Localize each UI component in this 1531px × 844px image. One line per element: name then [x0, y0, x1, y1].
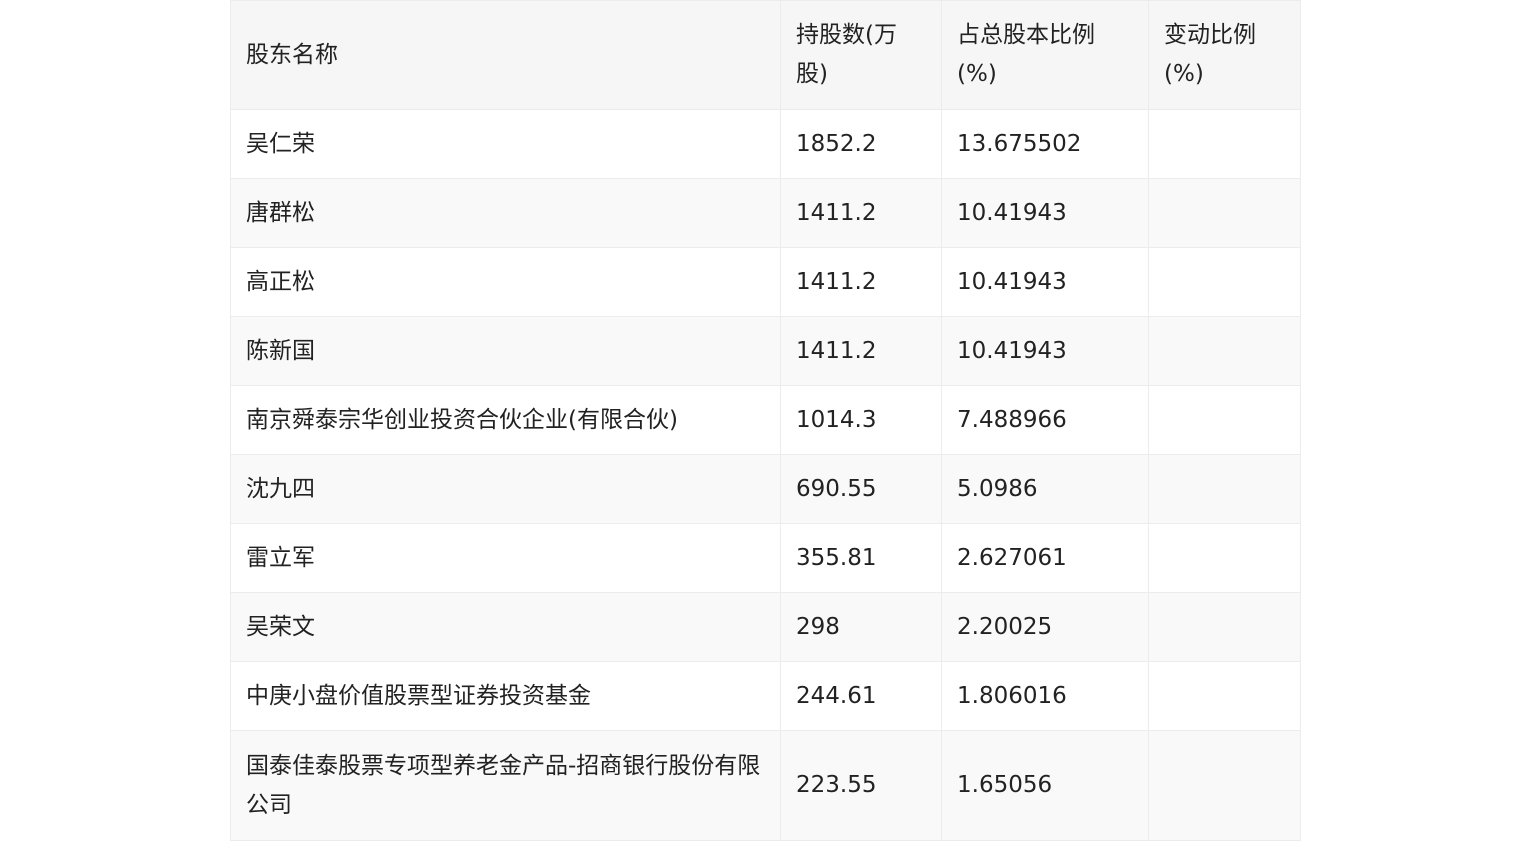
header-shares-held: 持股数(万股) — [780, 0, 942, 110]
cell-name: 中庚小盘价值股票型证券投资基金 — [230, 661, 781, 731]
cell-shares: 355.81 — [780, 523, 942, 593]
cell-name: 吴荣文 — [230, 592, 781, 662]
cell-change — [1148, 592, 1301, 662]
table-header: 股东名称 持股数(万股) 占总股本比例(%) 变动比例(%) — [230, 0, 1301, 110]
cell-shares: 1852.2 — [780, 109, 942, 179]
table-row: 沈九四 690.55 5.0986 — [230, 454, 1301, 524]
cell-name: 雷立军 — [230, 523, 781, 593]
table-row: 高正松 1411.2 10.41943 — [230, 247, 1301, 317]
cell-name: 国泰佳泰股票专项型养老金产品-招商银行股份有限公司 — [230, 730, 781, 841]
cell-percent: 5.0986 — [941, 454, 1149, 524]
cell-percent: 1.65056 — [941, 730, 1149, 841]
cell-name: 吴仁荣 — [230, 109, 781, 179]
cell-name: 唐群松 — [230, 178, 781, 248]
table-row: 雷立军 355.81 2.627061 — [230, 523, 1301, 593]
table-row: 唐群松 1411.2 10.41943 — [230, 178, 1301, 248]
table-row: 中庚小盘价值股票型证券投资基金 244.61 1.806016 — [230, 661, 1301, 731]
cell-percent: 7.488966 — [941, 385, 1149, 455]
header-share-percent: 占总股本比例(%) — [941, 0, 1149, 110]
cell-percent: 10.41943 — [941, 316, 1149, 386]
cell-change — [1148, 523, 1301, 593]
cell-change — [1148, 661, 1301, 731]
header-change-percent: 变动比例(%) — [1148, 0, 1301, 110]
cell-name: 沈九四 — [230, 454, 781, 524]
cell-shares: 223.55 — [780, 730, 942, 841]
table-row: 南京舜泰宗华创业投资合伙企业(有限合伙) 1014.3 7.488966 — [230, 385, 1301, 455]
cell-change — [1148, 385, 1301, 455]
cell-percent: 10.41943 — [941, 247, 1149, 317]
cell-shares: 690.55 — [780, 454, 942, 524]
shareholders-table: 股东名称 持股数(万股) 占总股本比例(%) 变动比例(%) 吴仁荣 1852.… — [230, 0, 1301, 841]
cell-change — [1148, 178, 1301, 248]
cell-name: 高正松 — [230, 247, 781, 317]
cell-shares: 1014.3 — [780, 385, 942, 455]
cell-percent: 2.20025 — [941, 592, 1149, 662]
cell-shares: 1411.2 — [780, 316, 942, 386]
cell-change — [1148, 316, 1301, 386]
cell-name: 陈新国 — [230, 316, 781, 386]
header-shareholder-name: 股东名称 — [230, 0, 781, 110]
table-row: 陈新国 1411.2 10.41943 — [230, 316, 1301, 386]
cell-change — [1148, 247, 1301, 317]
cell-shares: 298 — [780, 592, 942, 662]
cell-change — [1148, 109, 1301, 179]
cell-percent: 13.675502 — [941, 109, 1149, 179]
cell-shares: 244.61 — [780, 661, 942, 731]
cell-change — [1148, 454, 1301, 524]
cell-percent: 1.806016 — [941, 661, 1149, 731]
cell-shares: 1411.2 — [780, 178, 942, 248]
cell-percent: 10.41943 — [941, 178, 1149, 248]
header-row: 股东名称 持股数(万股) 占总股本比例(%) 变动比例(%) — [230, 0, 1301, 110]
table-body: 吴仁荣 1852.2 13.675502 唐群松 1411.2 10.41943… — [230, 109, 1301, 841]
table-row: 吴仁荣 1852.2 13.675502 — [230, 109, 1301, 179]
table-row: 国泰佳泰股票专项型养老金产品-招商银行股份有限公司 223.55 1.65056 — [230, 730, 1301, 841]
cell-change — [1148, 730, 1301, 841]
cell-shares: 1411.2 — [780, 247, 942, 317]
cell-percent: 2.627061 — [941, 523, 1149, 593]
cell-name: 南京舜泰宗华创业投资合伙企业(有限合伙) — [230, 385, 781, 455]
table-row: 吴荣文 298 2.20025 — [230, 592, 1301, 662]
